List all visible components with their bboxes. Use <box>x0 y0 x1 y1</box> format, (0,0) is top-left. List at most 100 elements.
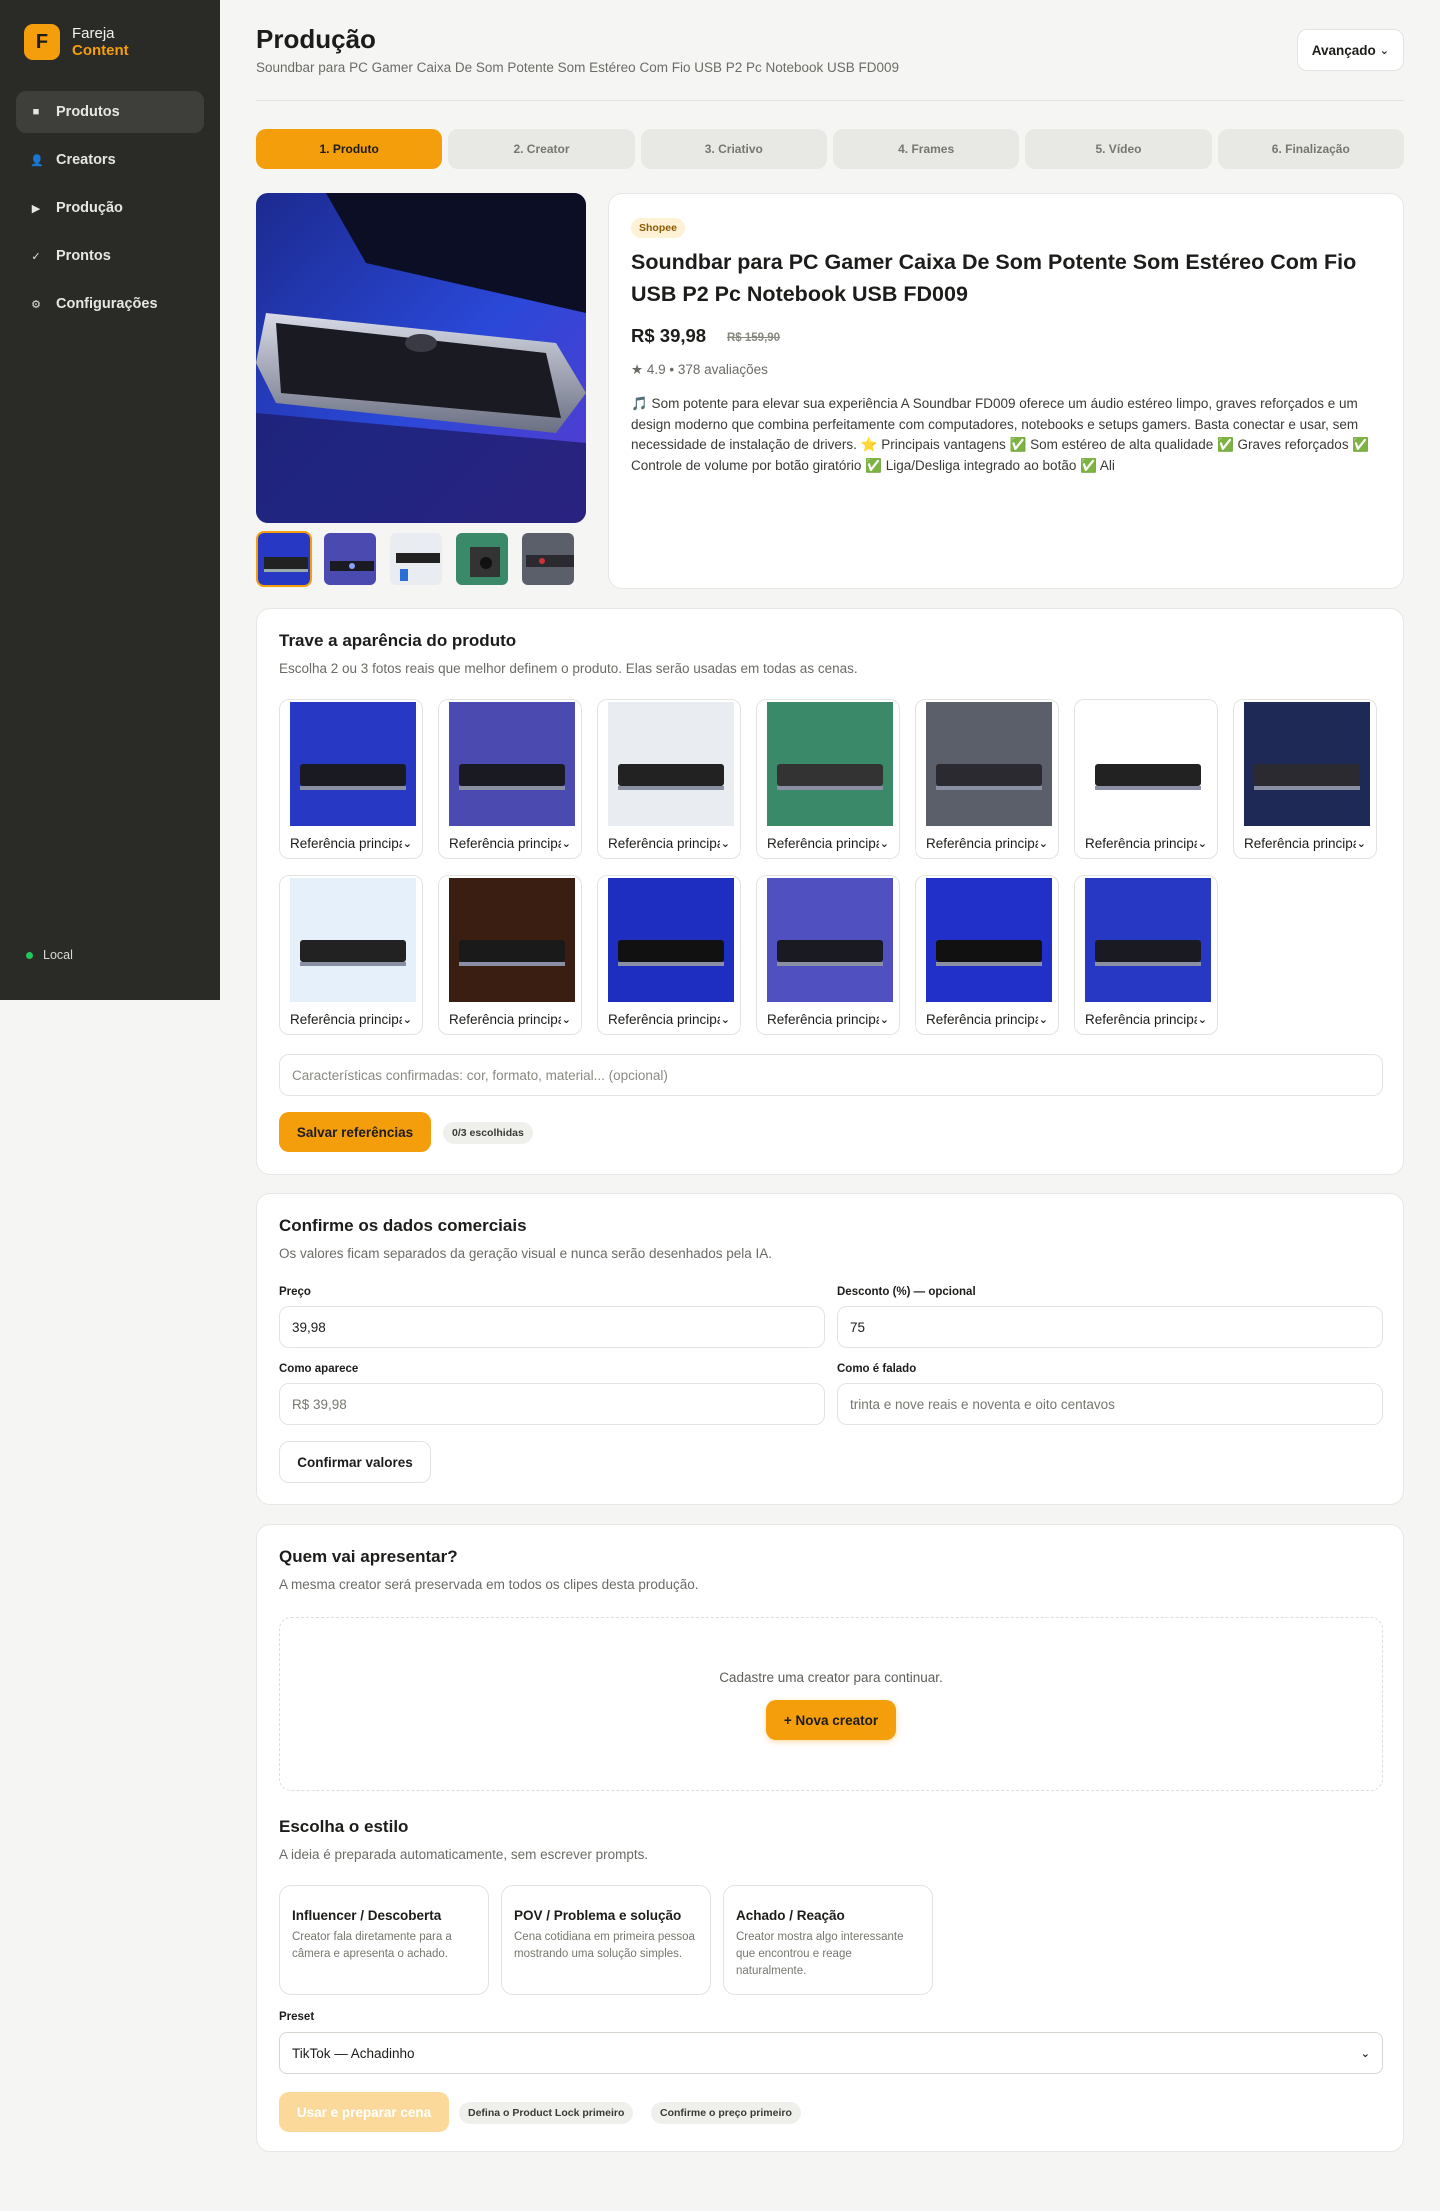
reference-image[interactable] <box>449 702 575 826</box>
reference-role-value: Referência principal <box>1244 835 1356 851</box>
reference-role-value: Referência principal <box>767 835 879 851</box>
step-creator[interactable]: 2. Creator <box>448 129 635 169</box>
chevron-down-icon: ⌄ <box>879 1013 889 1026</box>
reference-role-select[interactable]: Referência principal ⌄ <box>284 830 418 856</box>
price-input[interactable]: 39,98 <box>279 1306 825 1348</box>
reference-role-select[interactable]: Referência principal ⌄ <box>1079 1006 1213 1032</box>
reference-image[interactable] <box>767 702 893 826</box>
reference-role-select[interactable]: Referência principal ⌄ <box>284 1006 418 1032</box>
style-card-influencer[interactable]: Influencer / Descoberta Creator fala dir… <box>279 1885 489 1995</box>
reference-role-select[interactable]: Referência principal ⌄ <box>920 830 1054 856</box>
reference-image[interactable] <box>290 878 416 1002</box>
reference-role-select[interactable]: Referência principal ⌄ <box>1079 830 1213 856</box>
sidebar-item-label: Prontos <box>56 248 111 264</box>
style-card-pov[interactable]: POV / Problema e solução Cena cotidiana … <box>501 1885 711 1995</box>
save-references-button[interactable]: Salvar referências <box>279 1112 431 1152</box>
sidebar-item-producao[interactable]: ▶ Produção <box>16 187 204 229</box>
chevron-down-icon: ⌄ <box>1038 1013 1048 1026</box>
reference-image[interactable] <box>608 702 734 826</box>
section-subtitle: Escolha 2 ou 3 fotos reais que melhor de… <box>279 661 858 676</box>
reference-role-select[interactable]: Referência principal ⌄ <box>443 830 577 856</box>
source-badge: Shopee <box>631 218 685 238</box>
gear-icon: ⚙ <box>31 298 41 311</box>
reference-role-value: Referência principal <box>608 835 720 851</box>
reference-role-select[interactable]: Referência principal ⌄ <box>602 830 736 856</box>
reference-image[interactable] <box>290 702 416 826</box>
preset-select[interactable]: TikTok — Achadinho ⌄ <box>279 2032 1383 2074</box>
display-label: Como aparece <box>279 1363 359 1375</box>
sidebar-item-creators[interactable]: 👤 Creators <box>16 139 204 181</box>
thumbnail[interactable] <box>520 531 576 587</box>
reference-image[interactable] <box>1085 878 1211 1002</box>
thumbnail[interactable] <box>256 531 312 587</box>
reference-card[interactable]: Referência principal ⌄ <box>438 875 582 1035</box>
divider <box>256 100 1404 101</box>
new-creator-button[interactable]: + Nova creator <box>766 1700 896 1740</box>
display-price-input[interactable]: R$ 39,98 <box>279 1383 825 1425</box>
preset-value: TikTok — Achadinho <box>292 2045 415 2061</box>
style-subtitle: A ideia é preparada automaticamente, sem… <box>279 1847 649 1862</box>
reference-card[interactable]: Referência principal ⌄ <box>279 699 423 859</box>
reference-role-select[interactable]: Referência principal ⌄ <box>443 1006 577 1032</box>
step-finalizacao[interactable]: 6. Finalização <box>1217 129 1404 169</box>
sidebar-item-produtos[interactable]: ■ Produtos <box>16 91 204 133</box>
reference-card[interactable]: Referência principal ⌄ <box>915 875 1059 1035</box>
step-frames[interactable]: 4. Frames <box>832 129 1020 169</box>
reference-card[interactable]: Referência principal ⌄ <box>1233 699 1377 859</box>
reference-card[interactable]: Referência principal ⌄ <box>597 699 741 859</box>
thumbnail[interactable] <box>322 531 378 587</box>
sidebar-item-configuracoes[interactable]: ⚙ Configurações <box>16 283 204 325</box>
chevron-down-icon: ⌄ <box>561 837 571 850</box>
confirm-values-button[interactable]: Confirmar valores <box>279 1441 431 1483</box>
advanced-button[interactable]: Avançado ⌄ <box>1296 29 1404 71</box>
reference-role-select[interactable]: Referência principal ⌄ <box>761 1006 895 1032</box>
reference-card[interactable]: Referência principal ⌄ <box>756 875 900 1035</box>
person-icon: 👤 <box>30 154 44 167</box>
reference-role-value: Referência principal <box>926 1011 1038 1027</box>
reference-image[interactable] <box>1244 702 1370 826</box>
style-options: Influencer / Descoberta Creator fala dir… <box>279 1885 933 1995</box>
step-produto[interactable]: 1. Produto <box>256 129 443 169</box>
reference-role-select[interactable]: Referência principal ⌄ <box>920 1006 1054 1032</box>
product-price: R$ 39,98 <box>631 325 707 346</box>
spoken-price-input[interactable]: trinta e nove reais e noventa e oito cen… <box>837 1383 1383 1425</box>
section-title: Quem vai apresentar? <box>279 1547 458 1566</box>
thumbnail[interactable] <box>388 531 444 587</box>
product-lock-card: Trave a aparência do produto Escolha 2 o… <box>256 608 1404 1175</box>
chevron-down-icon: ⌄ <box>1379 44 1389 57</box>
reference-image[interactable] <box>926 702 1052 826</box>
discount-label: Desconto (%) — opcional <box>837 1286 976 1298</box>
reference-image[interactable] <box>449 878 575 1002</box>
reference-image[interactable] <box>1085 702 1211 826</box>
step-video[interactable]: 5. Vídeo <box>1025 129 1212 169</box>
discount-input[interactable]: 75 <box>837 1306 1383 1348</box>
use-prepare-scene-button[interactable]: Usar e preparar cena <box>279 2092 449 2132</box>
reference-image[interactable] <box>767 878 893 1002</box>
reference-image[interactable] <box>926 878 1052 1002</box>
thumbnail[interactable] <box>454 531 510 587</box>
style-card-achado[interactable]: Achado / Reação Creator mostra algo inte… <box>723 1885 933 1995</box>
reference-role-select[interactable]: Referência principal ⌄ <box>602 1006 736 1032</box>
reference-card[interactable]: Referência principal ⌄ <box>279 875 423 1035</box>
reference-role-value: Referência principal <box>1085 1011 1197 1027</box>
chevron-down-icon: ⌄ <box>1197 1013 1207 1026</box>
price-label: Preço <box>279 1286 311 1298</box>
brand[interactable]: F Fareja Content <box>24 24 129 60</box>
reference-role-select[interactable]: Referência principal ⌄ <box>1238 830 1372 856</box>
reference-card[interactable]: Referência principal ⌄ <box>756 699 900 859</box>
reference-card[interactable]: Referência principal ⌄ <box>438 699 582 859</box>
style-card-desc: Creator mostra algo interessante que enc… <box>736 1931 904 1977</box>
step-criativo[interactable]: 3. Criativo <box>640 129 827 169</box>
reference-card[interactable]: Referência principal ⌄ <box>1074 699 1218 859</box>
reference-image[interactable] <box>608 878 734 1002</box>
page-title: Produção <box>256 24 376 54</box>
reference-card[interactable]: Referência principal ⌄ <box>1074 875 1218 1035</box>
sidebar-item-prontos[interactable]: ✓ Prontos <box>16 235 204 277</box>
brand-logo: F <box>24 24 60 60</box>
reference-role-select[interactable]: Referência principal ⌄ <box>761 830 895 856</box>
chosen-count-badge: 0/3 escolhidas <box>443 1122 533 1144</box>
features-input[interactable]: Características confirmadas: cor, format… <box>279 1054 1383 1096</box>
check-icon: ✓ <box>31 250 41 263</box>
reference-card[interactable]: Referência principal ⌄ <box>597 875 741 1035</box>
reference-card[interactable]: Referência principal ⌄ <box>915 699 1059 859</box>
